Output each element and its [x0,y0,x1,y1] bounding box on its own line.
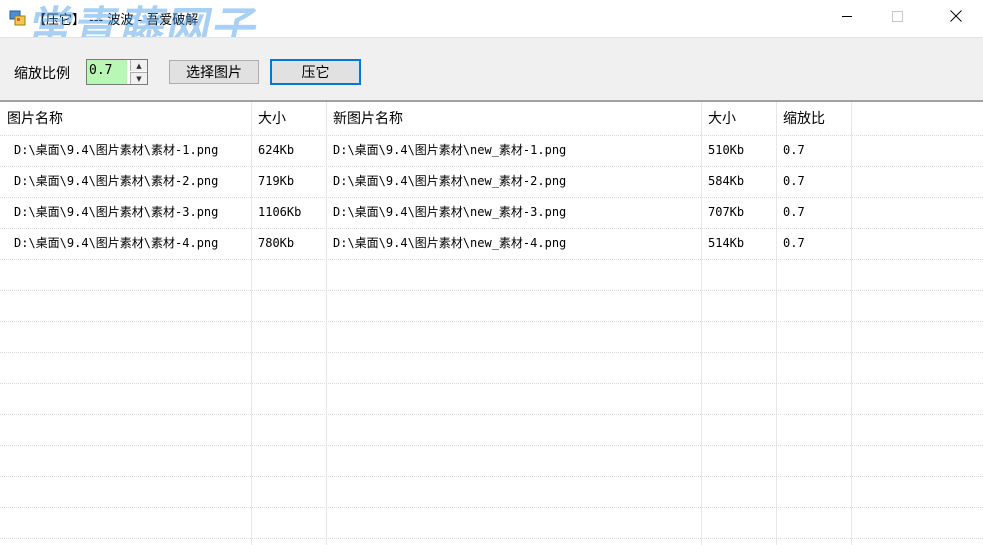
header-new-size[interactable]: 大小 [701,102,776,135]
toolbar: 缩放比例 0.7 ▲ ▼ 选择图片 压它 [0,37,983,100]
cell-size: 719Kb [258,174,295,188]
cell-image-name: D:\桌面\9.4\图片素材\素材-3.png [14,205,219,219]
cell-scale: 0.7 [783,174,805,188]
column-divider [251,102,252,545]
close-button[interactable] [933,0,979,36]
maximize-icon [891,10,903,26]
row-divider [0,507,983,508]
column-divider [701,102,702,545]
column-divider [851,102,852,545]
compress-button[interactable]: 压它 [270,59,361,85]
row-divider [0,259,983,260]
cell-scale: 0.7 [783,205,805,219]
cell-new-image-name: D:\桌面\9.4\图片素材\new_素材-1.png [333,143,567,157]
minimize-icon [841,11,853,26]
cell-size: 624Kb [258,143,295,157]
cell-image-name: D:\桌面\9.4\图片素材\素材-1.png [14,143,219,157]
image-table[interactable]: 图片名称 大小 新图片名称 大小 缩放比 D:\桌面\9.4\图片素材\素材-1… [0,102,983,545]
row-divider [0,538,983,539]
cell-new-image-name: D:\桌面\9.4\图片素材\new_素材-2.png [333,174,567,188]
header-new-image-name[interactable]: 新图片名称 [326,102,701,135]
row-divider [0,476,983,477]
app-icon[interactable] [9,9,27,27]
row-divider [0,414,983,415]
spin-up-button[interactable]: ▲ [130,60,147,71]
triangle-down-icon: ▼ [136,74,142,83]
minimize-button[interactable] [824,0,870,36]
cell-new-size: 707Kb [708,205,745,219]
triangle-up-icon: ▲ [136,61,142,70]
cell-new-image-name: D:\桌面\9.4\图片素材\new_素材-3.png [333,205,567,219]
close-icon [950,10,962,26]
cell-new-size: 584Kb [708,174,745,188]
cell-new-image-name: D:\桌面\9.4\图片素材\new_素材-4.png [333,236,567,250]
column-divider [776,102,777,545]
cell-new-size: 510Kb [708,143,745,157]
header-scale[interactable]: 缩放比 [776,102,851,135]
cell-scale: 0.7 [783,236,805,250]
cell-new-size: 514Kb [708,236,745,250]
spin-down-button[interactable]: ▼ [130,72,147,84]
row-divider [0,383,983,384]
row-divider [0,290,983,291]
cell-size: 1106Kb [258,205,302,219]
maximize-button[interactable] [874,0,920,36]
cell-image-name: D:\桌面\9.4\图片素材\素材-2.png [14,174,219,188]
scale-label: 缩放比例 [14,66,70,82]
cell-size: 780Kb [258,236,295,250]
scale-stepper[interactable]: 0.7 ▲ ▼ [86,59,148,85]
scale-input[interactable]: 0.7 [87,60,127,84]
header-image-name[interactable]: 图片名称 [0,102,251,135]
window-title: 【压它】 --- 波波 - 吾爱破解 [33,13,199,28]
cell-image-name: D:\桌面\9.4\图片素材\素材-4.png [14,236,219,250]
row-divider [0,445,983,446]
header-size[interactable]: 大小 [251,102,326,135]
cell-scale: 0.7 [783,143,805,157]
title-bar: 【压它】 --- 波波 - 吾爱破解 [0,0,983,37]
column-divider [326,102,327,545]
select-image-button[interactable]: 选择图片 [169,60,259,84]
row-divider [0,321,983,322]
row-divider [0,352,983,353]
